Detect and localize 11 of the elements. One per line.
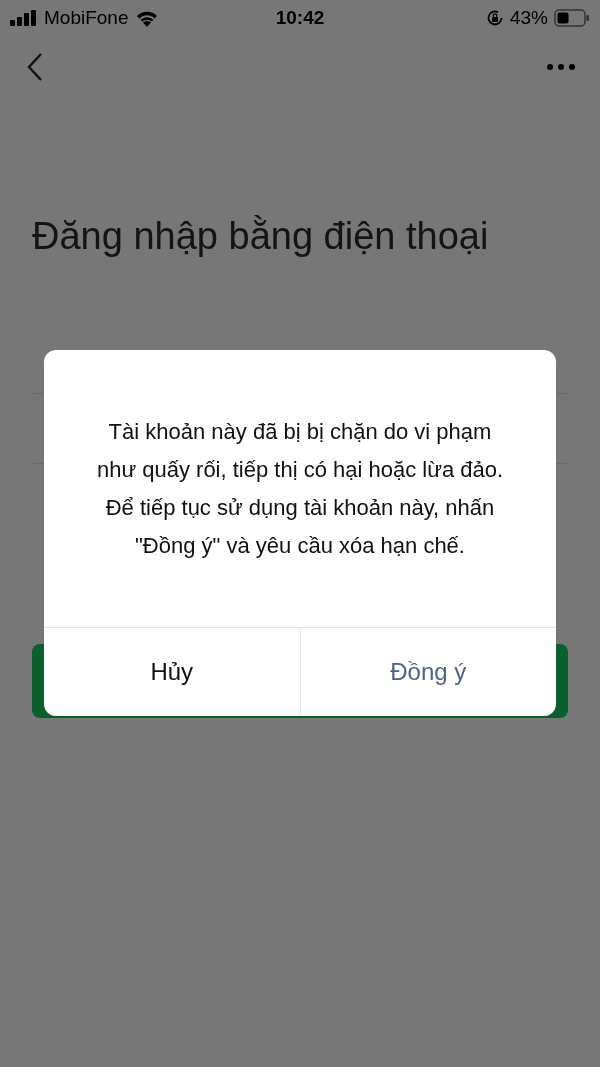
confirm-button[interactable]: Đồng ý bbox=[299, 628, 556, 716]
battery-percent: 43% bbox=[509, 5, 548, 30]
carrier-name: MobiFone bbox=[44, 5, 129, 30]
dialog-message: Tài khoản này đã bị bị chặn do vi phạm như quấy rối, tiếp thị có hại hoặc lừa đảo. Để tiếp tục sử dụng tài khoản này, nhấn "Đồng ý" và yêu cầu xóa hạn chế. bbox=[95, 417, 505, 560]
cancel-button[interactable]: Hủy bbox=[44, 628, 300, 716]
clock-time: 10:42 bbox=[275, 5, 325, 30]
rotation-lock-icon bbox=[485, 9, 504, 27]
page-title: Đăng nhập bằng điện thoại bbox=[32, 214, 490, 259]
signal-icon bbox=[10, 10, 38, 26]
more-options-icon[interactable] bbox=[546, 62, 576, 72]
battery-icon bbox=[554, 9, 590, 27]
